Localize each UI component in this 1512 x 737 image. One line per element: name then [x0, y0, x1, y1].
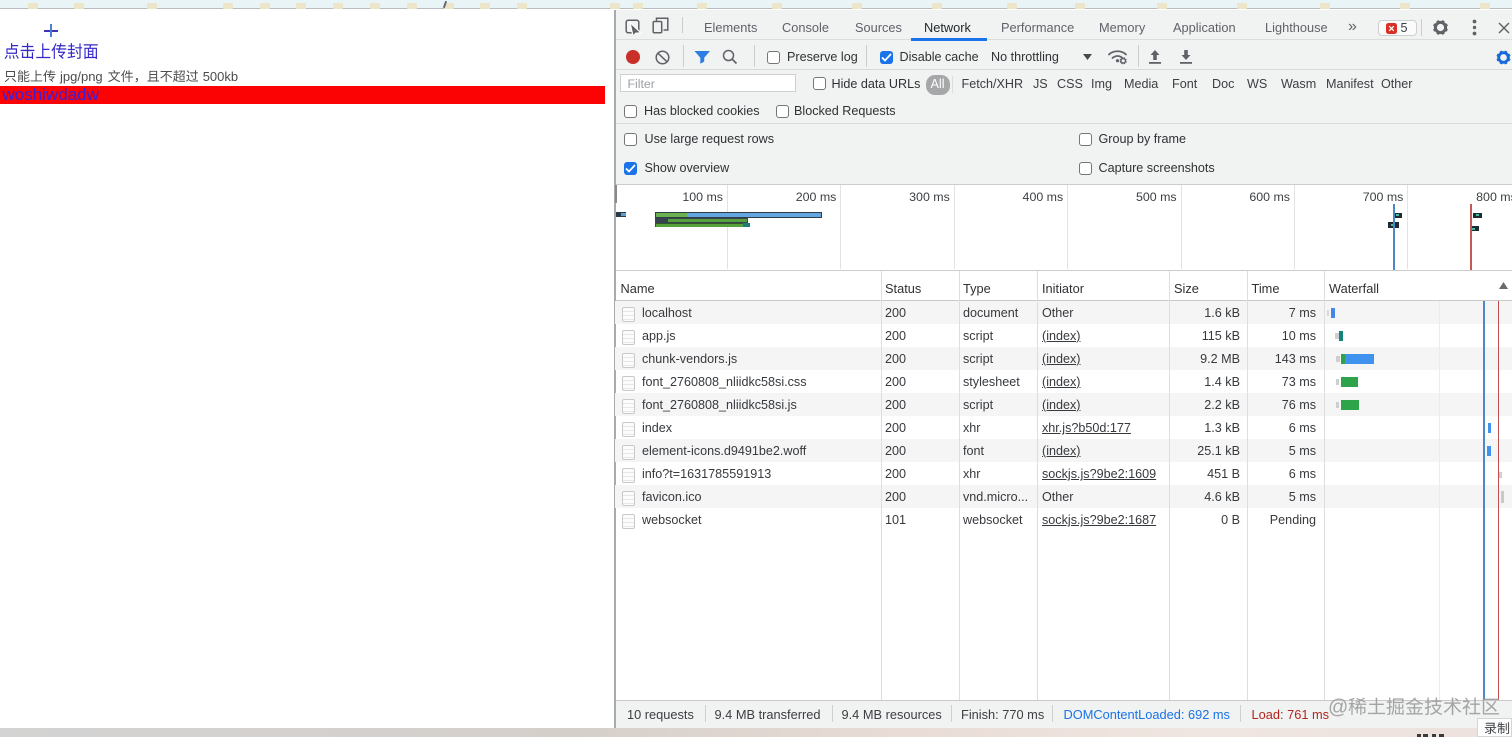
svg-text:@: @ — [1328, 697, 1348, 719]
svg-text:jpg/png: jpg/png — [59, 69, 103, 84]
svg-text:500kb: 500kb — [203, 69, 238, 84]
